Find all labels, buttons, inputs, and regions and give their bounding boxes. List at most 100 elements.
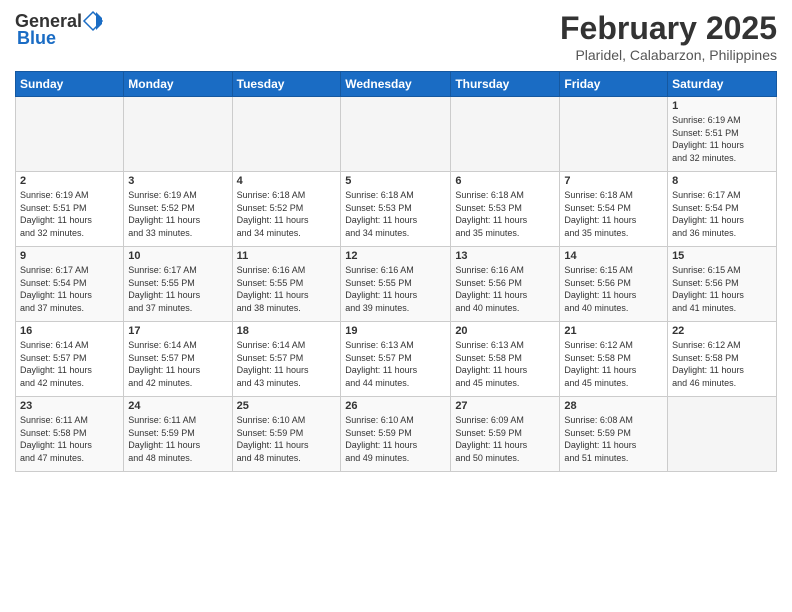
day-number: 3 bbox=[128, 175, 227, 187]
day-number: 15 bbox=[672, 250, 772, 262]
day-info: Sunrise: 6:11 AM Sunset: 5:59 PM Dayligh… bbox=[128, 414, 227, 464]
calendar-cell: 13Sunrise: 6:16 AM Sunset: 5:56 PM Dayli… bbox=[451, 247, 560, 322]
day-info: Sunrise: 6:14 AM Sunset: 5:57 PM Dayligh… bbox=[20, 339, 119, 389]
logo-icon bbox=[82, 10, 104, 32]
calendar-cell bbox=[668, 397, 777, 472]
day-number: 8 bbox=[672, 175, 772, 187]
dow-header-sunday: Sunday bbox=[16, 72, 124, 97]
day-number: 21 bbox=[564, 325, 663, 337]
calendar-week-2: 2 Sunrise: 6:19 AM Sunset: 5:51 PM Daylig… bbox=[16, 172, 777, 247]
calendar-cell: 27Sunrise: 6:09 AM Sunset: 5:59 PM Dayli… bbox=[451, 397, 560, 472]
day-info: Sunrise: 6:19 AM Sunset: 5:51 PM Dayligh… bbox=[20, 189, 119, 239]
page-header: General Blue February 2025 Plaridel, Cal… bbox=[15, 10, 777, 63]
calendar-cell: 12Sunrise: 6:16 AM Sunset: 5:55 PM Dayli… bbox=[341, 247, 451, 322]
calendar-cell: 9 Sunrise: 6:17 AM Sunset: 5:54 PM Daylig… bbox=[16, 247, 124, 322]
calendar-cell: 26Sunrise: 6:10 AM Sunset: 5:59 PM Dayli… bbox=[341, 397, 451, 472]
day-number: 28 bbox=[564, 400, 663, 412]
calendar-table: SundayMondayTuesdayWednesdayThursdayFrid… bbox=[15, 71, 777, 472]
day-info: Sunrise: 6:16 AM Sunset: 5:55 PM Dayligh… bbox=[237, 264, 337, 314]
calendar-cell bbox=[451, 97, 560, 172]
calendar-cell: 24 Sunrise: 6:11 AM Sunset: 5:59 PM Dayli… bbox=[124, 397, 232, 472]
day-number: 24 bbox=[128, 400, 227, 412]
title-area: February 2025 Plaridel, Calabarzon, Phil… bbox=[560, 10, 777, 63]
day-info: Sunrise: 6:12 AM Sunset: 5:58 PM Dayligh… bbox=[672, 339, 772, 389]
calendar-cell: 19 Sunrise: 6:13 AM Sunset: 5:57 PM Dayli… bbox=[341, 322, 451, 397]
day-info: Sunrise: 6:12 AM Sunset: 5:58 PM Dayligh… bbox=[564, 339, 663, 389]
day-number: 10 bbox=[128, 250, 227, 262]
calendar-cell bbox=[341, 97, 451, 172]
day-number: 19 bbox=[345, 325, 446, 337]
calendar-cell: 23Sunrise: 6:11 AM Sunset: 5:58 PM Dayli… bbox=[16, 397, 124, 472]
calendar-cell bbox=[124, 97, 232, 172]
day-number: 6 bbox=[455, 175, 555, 187]
day-number: 18 bbox=[237, 325, 337, 337]
calendar-cell: 14 Sunrise: 6:15 AM Sunset: 5:56 PM Dayli… bbox=[560, 247, 668, 322]
dow-header-wednesday: Wednesday bbox=[341, 72, 451, 97]
day-info: Sunrise: 6:15 AM Sunset: 5:56 PM Dayligh… bbox=[564, 264, 663, 314]
calendar-cell: 6 Sunrise: 6:18 AM Sunset: 5:53 PM Daylig… bbox=[451, 172, 560, 247]
calendar-cell: 20 Sunrise: 6:13 AM Sunset: 5:58 PM Dayli… bbox=[451, 322, 560, 397]
day-info: Sunrise: 6:14 AM Sunset: 5:57 PM Dayligh… bbox=[128, 339, 227, 389]
calendar-cell: 21 Sunrise: 6:12 AM Sunset: 5:58 PM Dayli… bbox=[560, 322, 668, 397]
day-info: Sunrise: 6:18 AM Sunset: 5:52 PM Dayligh… bbox=[237, 189, 337, 239]
dow-header-saturday: Saturday bbox=[668, 72, 777, 97]
day-info: Sunrise: 6:18 AM Sunset: 5:53 PM Dayligh… bbox=[455, 189, 555, 239]
calendar-cell: 28 Sunrise: 6:08 AM Sunset: 5:59 PM Dayli… bbox=[560, 397, 668, 472]
day-info: Sunrise: 6:08 AM Sunset: 5:59 PM Dayligh… bbox=[564, 414, 663, 464]
calendar-cell: 7 Sunrise: 6:18 AM Sunset: 5:54 PM Daylig… bbox=[560, 172, 668, 247]
calendar-week-4: 16Sunrise: 6:14 AM Sunset: 5:57 PM Dayli… bbox=[16, 322, 777, 397]
day-info: Sunrise: 6:13 AM Sunset: 5:58 PM Dayligh… bbox=[455, 339, 555, 389]
day-number: 17 bbox=[128, 325, 227, 337]
day-info: Sunrise: 6:09 AM Sunset: 5:59 PM Dayligh… bbox=[455, 414, 555, 464]
day-info: Sunrise: 6:13 AM Sunset: 5:57 PM Dayligh… bbox=[345, 339, 446, 389]
dow-header-tuesday: Tuesday bbox=[232, 72, 341, 97]
day-info: Sunrise: 6:17 AM Sunset: 5:55 PM Dayligh… bbox=[128, 264, 227, 314]
calendar-cell bbox=[16, 97, 124, 172]
day-info: Sunrise: 6:15 AM Sunset: 5:56 PM Dayligh… bbox=[672, 264, 772, 314]
day-number: 4 bbox=[237, 175, 337, 187]
calendar-cell: 3 Sunrise: 6:19 AM Sunset: 5:52 PM Daylig… bbox=[124, 172, 232, 247]
day-number: 1 bbox=[672, 100, 772, 112]
day-number: 9 bbox=[20, 250, 119, 262]
calendar-cell bbox=[232, 97, 341, 172]
day-info: Sunrise: 6:10 AM Sunset: 5:59 PM Dayligh… bbox=[237, 414, 337, 464]
calendar-cell: 17 Sunrise: 6:14 AM Sunset: 5:57 PM Dayli… bbox=[124, 322, 232, 397]
day-number: 13 bbox=[455, 250, 555, 262]
calendar-cell: 1 Sunrise: 6:19 AM Sunset: 5:51 PM Daylig… bbox=[668, 97, 777, 172]
logo: General Blue bbox=[15, 10, 104, 49]
calendar-cell: 22 Sunrise: 6:12 AM Sunset: 5:58 PM Dayli… bbox=[668, 322, 777, 397]
day-number: 2 bbox=[20, 175, 119, 187]
day-info: Sunrise: 6:14 AM Sunset: 5:57 PM Dayligh… bbox=[237, 339, 337, 389]
dow-header-friday: Friday bbox=[560, 72, 668, 97]
day-number: 25 bbox=[237, 400, 337, 412]
dow-header-monday: Monday bbox=[124, 72, 232, 97]
day-number: 26 bbox=[345, 400, 446, 412]
days-of-week-row: SundayMondayTuesdayWednesdayThursdayFrid… bbox=[16, 72, 777, 97]
day-number: 7 bbox=[564, 175, 663, 187]
day-info: Sunrise: 6:19 AM Sunset: 5:52 PM Dayligh… bbox=[128, 189, 227, 239]
calendar-cell: 8Sunrise: 6:17 AM Sunset: 5:54 PM Daylig… bbox=[668, 172, 777, 247]
day-info: Sunrise: 6:16 AM Sunset: 5:55 PM Dayligh… bbox=[345, 264, 446, 314]
day-number: 20 bbox=[455, 325, 555, 337]
calendar-body: 1 Sunrise: 6:19 AM Sunset: 5:51 PM Daylig… bbox=[16, 97, 777, 472]
calendar-cell: 15 Sunrise: 6:15 AM Sunset: 5:56 PM Dayli… bbox=[668, 247, 777, 322]
main-title: February 2025 bbox=[560, 10, 777, 47]
calendar-cell: 16Sunrise: 6:14 AM Sunset: 5:57 PM Dayli… bbox=[16, 322, 124, 397]
day-number: 14 bbox=[564, 250, 663, 262]
day-number: 5 bbox=[345, 175, 446, 187]
subtitle: Plaridel, Calabarzon, Philippines bbox=[560, 47, 777, 63]
calendar-cell: 25 Sunrise: 6:10 AM Sunset: 5:59 PM Dayli… bbox=[232, 397, 341, 472]
calendar-cell: 18 Sunrise: 6:14 AM Sunset: 5:57 PM Dayli… bbox=[232, 322, 341, 397]
day-info: Sunrise: 6:19 AM Sunset: 5:51 PM Dayligh… bbox=[672, 114, 772, 164]
calendar-cell: 4 Sunrise: 6:18 AM Sunset: 5:52 PM Daylig… bbox=[232, 172, 341, 247]
calendar-cell bbox=[560, 97, 668, 172]
day-info: Sunrise: 6:17 AM Sunset: 5:54 PM Dayligh… bbox=[20, 264, 119, 314]
day-info: Sunrise: 6:11 AM Sunset: 5:58 PM Dayligh… bbox=[20, 414, 119, 464]
day-number: 22 bbox=[672, 325, 772, 337]
day-info: Sunrise: 6:18 AM Sunset: 5:54 PM Dayligh… bbox=[564, 189, 663, 239]
day-number: 11 bbox=[237, 250, 337, 262]
calendar-cell: 11 Sunrise: 6:16 AM Sunset: 5:55 PM Dayli… bbox=[232, 247, 341, 322]
calendar-cell: 2 Sunrise: 6:19 AM Sunset: 5:51 PM Daylig… bbox=[16, 172, 124, 247]
logo-blue-text: Blue bbox=[17, 28, 56, 49]
calendar-cell: 5Sunrise: 6:18 AM Sunset: 5:53 PM Daylig… bbox=[341, 172, 451, 247]
